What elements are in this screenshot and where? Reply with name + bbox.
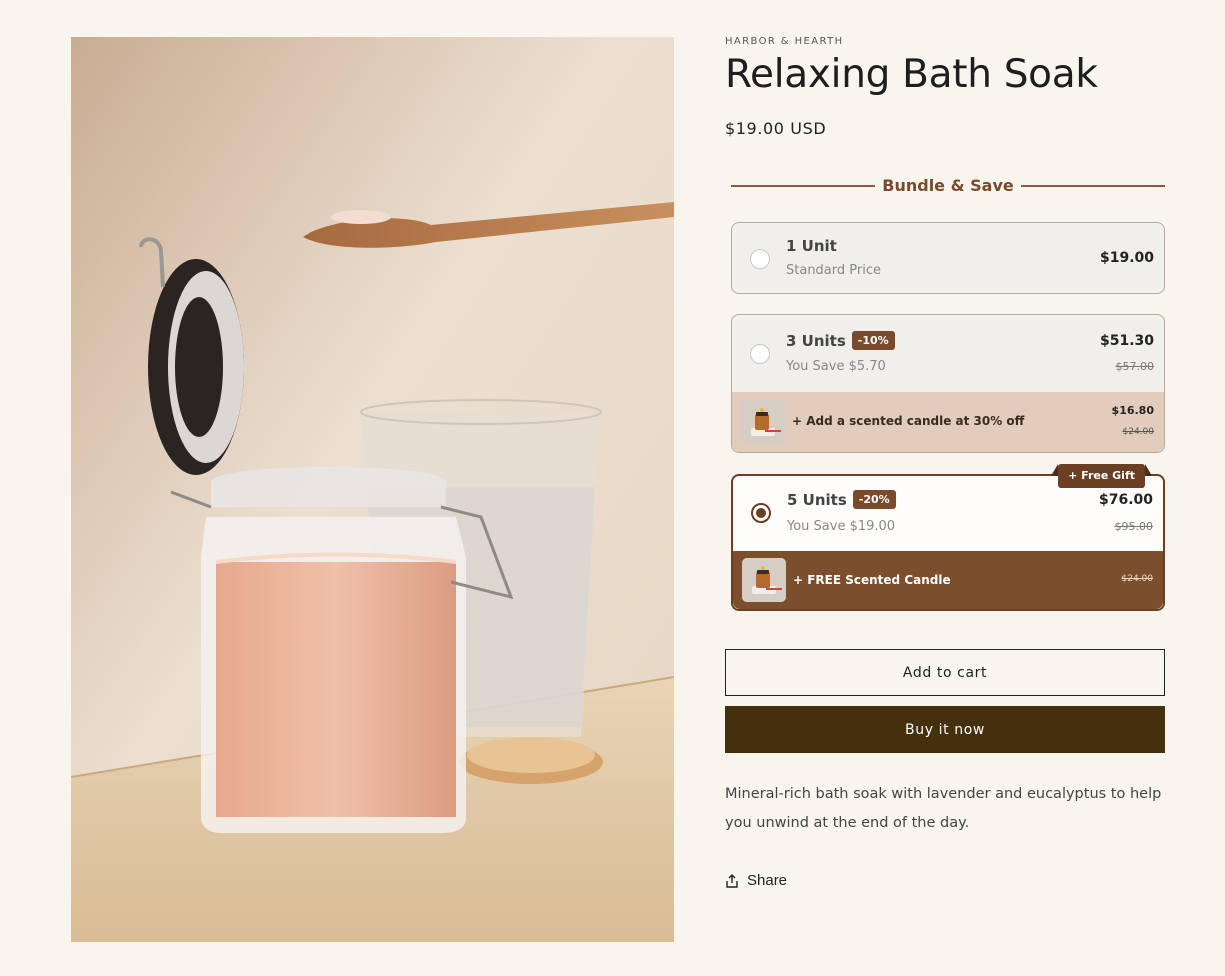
bundle-heading: Bundle & Save [731,176,1165,196]
free-gift-compare-price: $24.00 [1121,574,1154,584]
bundle-option-row[interactable]: 5 Units -20% You Save $19.00 $76.00 $95.0… [733,476,1163,551]
vendor-name: HARBOR & HEARTH [725,36,844,47]
product-title: Relaxing Bath Soak [725,52,1098,97]
share-icon [726,873,738,888]
option-name: 1 Unit [786,237,837,255]
bundle-option-row[interactable]: 1 Unit Standard Price $19.00 [732,223,1164,293]
candle-icon [741,400,785,444]
candle-icon [742,558,786,602]
bundle-option-3-units[interactable]: 3 Units -10% You Save $5.70 $51.30 $57.00… [731,314,1165,453]
bundle-option-5-units[interactable]: + Free Gift 5 Units -20% You Save $19.00 … [731,464,1165,611]
product-image[interactable] [71,37,674,942]
free-gift-row[interactable]: + FREE Scented Candle $24.00 [733,551,1163,609]
candle-thumbnail [742,558,786,602]
product-photo [71,37,674,942]
discount-badge: -10% [851,331,895,350]
option-name-text: 5 Units [787,491,847,509]
option-price: $51.30 [1099,333,1154,349]
option-subtitle: Standard Price [786,263,881,278]
option-compare-price: $57.00 [1115,360,1155,373]
addon-text: + Add a scented candle at 30% off [792,414,1025,428]
option-name: 5 Units -20% [787,490,896,509]
free-gift-text: + FREE Scented Candle [793,573,951,587]
share-button[interactable]: Share [725,872,787,889]
option-subtitle: You Save $5.70 [786,359,886,374]
candle-thumbnail [741,400,785,444]
option-subtitle: You Save $19.00 [787,519,896,534]
bundle-option-1-unit[interactable]: 1 Unit Standard Price $19.00 [731,222,1165,294]
radio-button[interactable] [750,249,770,269]
product-description: Mineral-rich bath soak with lavender and… [725,786,1162,831]
product-price: $19.00 USD [725,119,827,138]
option-name: 3 Units -10% [786,331,895,350]
addon-row[interactable]: + Add a scented candle at 30% off $16.80… [732,392,1164,452]
divider-line [1021,185,1165,187]
option-name-text: 3 Units [786,332,846,350]
add-to-cart-button[interactable]: Add to cart [725,649,1165,696]
share-label: Share [747,872,788,889]
option-price: $76.00 [1098,492,1153,508]
discount-badge: -20% [852,490,896,509]
radio-button-selected[interactable] [751,503,771,523]
buy-it-now-button[interactable]: Buy it now [725,706,1165,753]
option-price: $19.00 [1099,250,1154,266]
addon-compare-price: $24.00 [1122,427,1155,437]
bundle-option-row[interactable]: 3 Units -10% You Save $5.70 $51.30 $57.00 [732,315,1164,392]
option-compare-price: $95.00 [1114,520,1154,533]
radio-button[interactable] [750,344,770,364]
addon-price: $16.80 [1111,404,1154,417]
